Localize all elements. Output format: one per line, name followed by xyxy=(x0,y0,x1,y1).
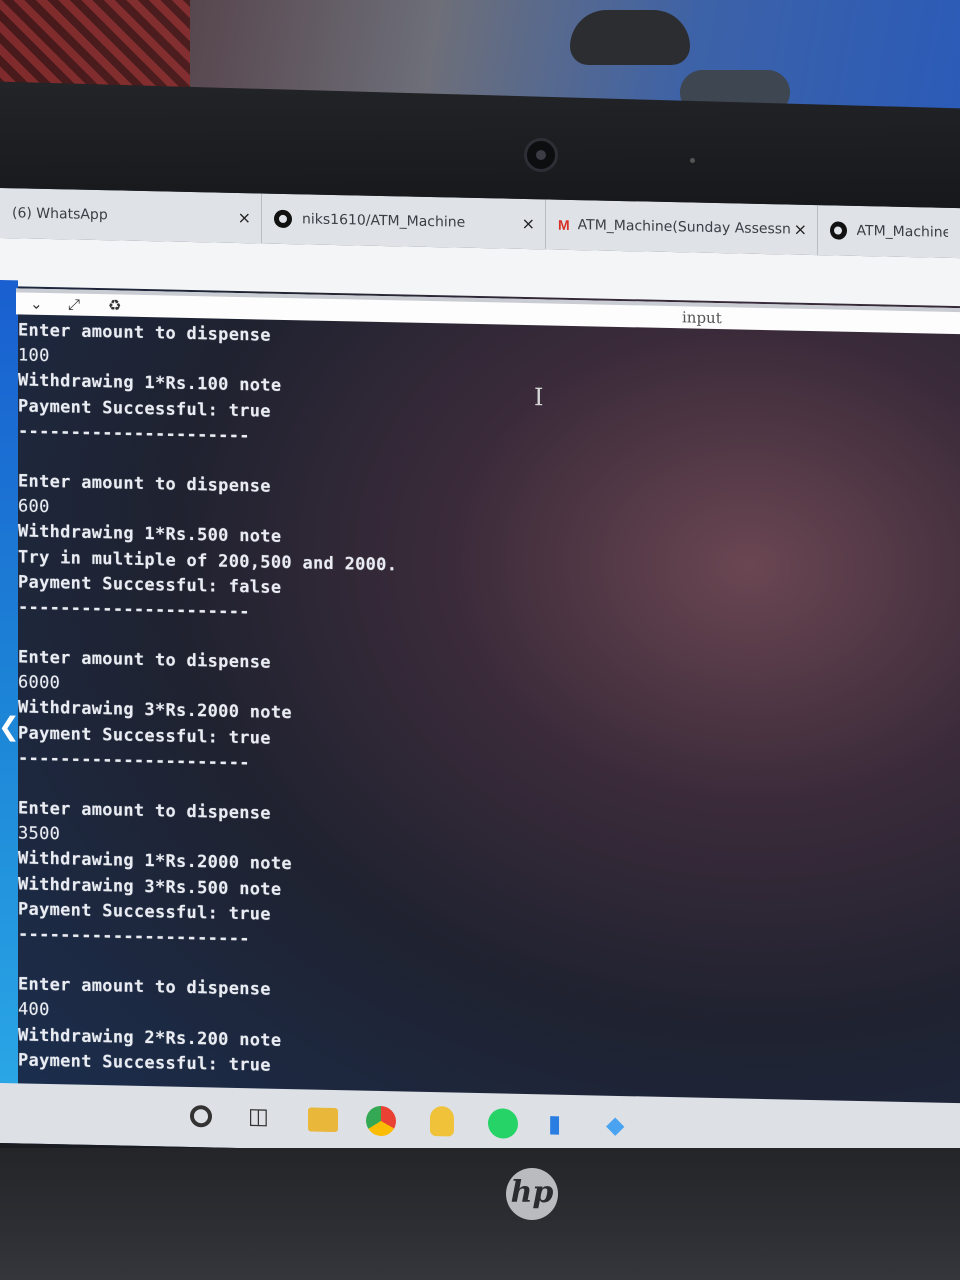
search-icon[interactable] xyxy=(190,1104,212,1128)
laptop-screen: (6) WhatsApp × niks1610/ATM_Machine × M … xyxy=(0,188,960,1164)
laptop-bottom-bezel xyxy=(0,1148,960,1280)
task-view-icon[interactable]: ◫ xyxy=(248,1102,269,1132)
file-explorer-icon[interactable] xyxy=(308,1107,338,1133)
console-block: Enter amount to dispense 100 Withdrawing 1… xyxy=(18,318,658,457)
tab-label: (6) WhatsApp xyxy=(12,205,108,224)
mic-dot xyxy=(690,158,695,163)
tab-label: ATM_Machine(Sunday Assessn xyxy=(577,217,791,238)
tab-label: ATM_Machine/ xyxy=(856,222,948,241)
text-cursor-icon: I xyxy=(534,383,544,412)
github-icon xyxy=(274,209,292,229)
input-label: input xyxy=(682,308,722,328)
console-block: Enter amount to dispense 600 Withdrawing 1… xyxy=(18,469,658,634)
chevron-down-icon[interactable]: ⌄ xyxy=(30,295,43,313)
close-icon[interactable]: × xyxy=(794,220,807,239)
close-icon[interactable]: × xyxy=(238,208,251,227)
tab-gmail-atm-machine[interactable]: M ATM_Machine(Sunday Assessn × xyxy=(546,199,818,256)
tab-whatsapp[interactable]: (6) WhatsApp × xyxy=(0,188,262,244)
expand-icon[interactable]: ⤢ xyxy=(68,295,80,313)
close-icon[interactable]: × xyxy=(522,214,535,233)
app-icon[interactable]: ◆ xyxy=(606,1110,624,1140)
console-block: Enter amount to dispense 6000 Withdrawing … xyxy=(18,645,658,784)
chevron-left-icon[interactable]: ❮ xyxy=(0,712,20,742)
gmail-icon: M xyxy=(558,216,570,233)
whatsapp-icon[interactable] xyxy=(488,1108,518,1139)
clear-console-icon[interactable]: ♻ xyxy=(108,296,121,314)
hp-logo: hp xyxy=(506,1168,558,1220)
app-icon[interactable]: ▮ xyxy=(548,1108,561,1138)
chrome-icon[interactable] xyxy=(366,1105,396,1137)
tab-label: niks1610/ATM_Machine xyxy=(302,211,466,231)
ide-sidebar: ❮ xyxy=(0,280,20,1093)
console-block: Enter amount to dispense 3500 Withdrawing … xyxy=(18,796,658,961)
console-output: Enter amount to dispense 100 Withdrawing 1… xyxy=(18,318,658,1136)
tab-github-atm-machine-2[interactable]: ATM_Machine/ xyxy=(818,205,960,258)
background-shoe xyxy=(570,10,690,65)
tab-github-atm-machine[interactable]: niks1610/ATM_Machine × xyxy=(262,193,546,250)
people-icon[interactable] xyxy=(430,1106,454,1137)
webcam-icon xyxy=(524,138,558,172)
github-icon xyxy=(830,221,847,240)
